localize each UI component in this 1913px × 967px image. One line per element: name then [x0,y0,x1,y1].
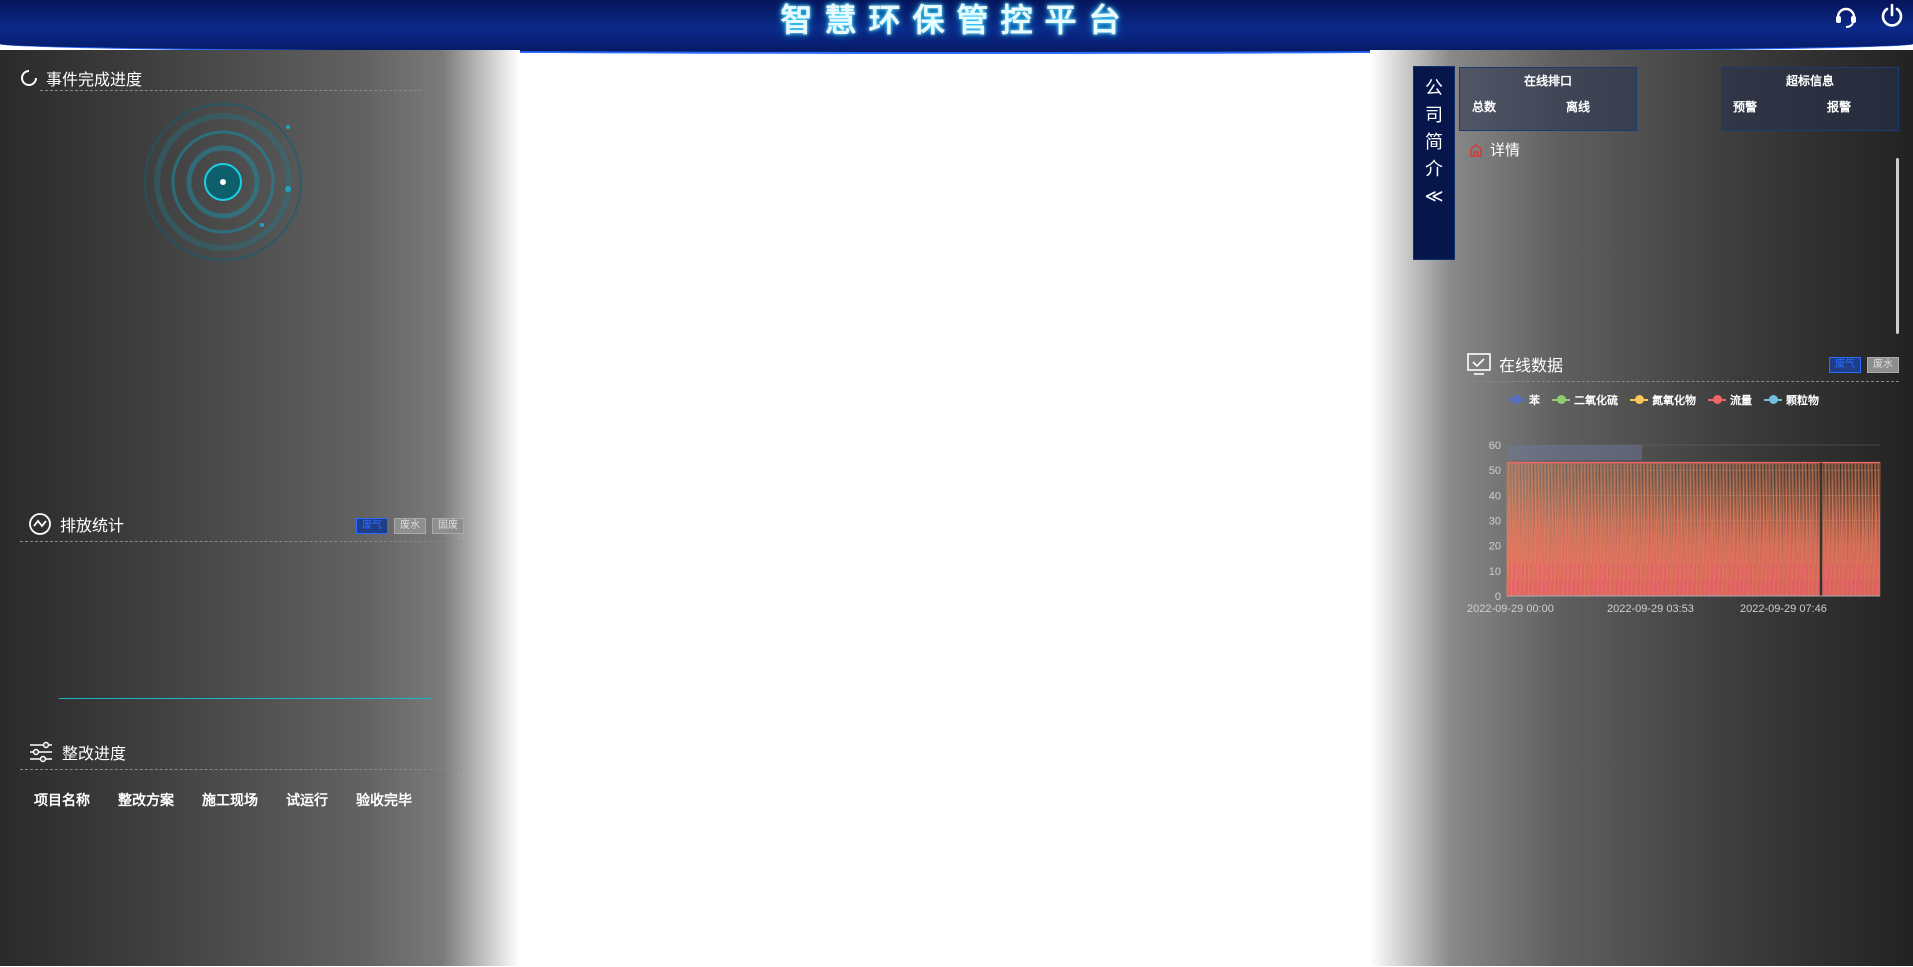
column-trial-run: 试运行 [286,793,328,809]
y-tick-label: 40 [1489,490,1501,502]
legend-item[interactable]: 苯 [1507,392,1540,408]
legend-marker [1507,395,1525,405]
rectify-title-label: 整改进度 [62,744,127,763]
events-section-title: 事件完成进度 [20,66,142,90]
intro-scrollbar[interactable] [1896,158,1899,334]
company-intro-toggle[interactable]: 公 司 简 介 ≪ [1413,66,1455,260]
details-label: 详情 [1490,141,1521,159]
divider [20,541,462,542]
radar-animation-graphic [144,103,302,261]
sliders-icon [30,741,52,763]
building-icon [1470,143,1482,157]
legend-marker [1764,395,1782,405]
overlimit-warning-label: 预警 [1733,100,1758,114]
overlimit-box: 超标信息 预警 报警 [1721,67,1899,131]
monitor-check-icon [1467,353,1491,375]
column-accepted: 验收完毕 [356,793,412,809]
online-data-chart: 60 50 40 30 20 10 02022-09-29 00:00 2022-09-29 … [1467,440,1881,615]
online-ports-offline-label: 离线 [1566,100,1591,114]
legend-marker [1708,395,1726,405]
emission-tabs: 废气 废水 固废 [356,518,464,534]
collapse-arrow-icon: ≪ [1424,186,1444,207]
events-title-label: 事件完成进度 [46,70,143,89]
column-construction: 施工现场 [202,793,258,809]
intro-char: 简 [1425,132,1443,153]
details-link[interactable]: 详情 [1468,139,1520,160]
legend-item[interactable]: 流量 [1708,392,1752,408]
divider [20,769,462,770]
intro-char: 公 [1425,78,1443,99]
rectify-section-title: 整改进度 [28,740,126,764]
y-tick-label: 60 [1489,440,1501,452]
x-tick-label: 2022-09-29 00:00 [1467,603,1554,615]
legend-label: 流量 [1730,394,1752,407]
online-ports-box: 在线排口 总数 离线 [1459,67,1637,131]
flow-series-area [1506,462,1881,597]
power-icon[interactable] [1879,3,1905,29]
online-data-tabs: 废气 废水 [1829,357,1899,373]
legend-label: 颗粒物 [1786,394,1819,407]
legend-marker [1552,395,1570,405]
spinner-icon [21,70,37,86]
y-tick-label: 50 [1489,465,1501,477]
column-plan: 整改方案 [118,793,174,809]
chart-circle-icon [29,513,51,535]
online-ports-title: 在线排口 [1523,74,1572,88]
page-title: 智慧环保管控平台 [780,1,1133,39]
x-tick-label: 2022-09-29 03:53 [1607,603,1694,615]
chart-legend: 苯 二氧化硫 氮氧化物 流量 颗粒物 [1507,392,1819,408]
tab-exhaust-gas[interactable]: 废气 [1829,357,1861,373]
x-tick-label: 2022-09-29 07:46 [1740,603,1827,615]
legend-item[interactable]: 颗粒物 [1764,392,1819,408]
legend-marker [1630,395,1648,405]
customer-service-icon[interactable] [1833,3,1859,29]
tab-solid-waste[interactable]: 固废 [432,518,464,534]
y-tick-label: 0 [1495,591,1501,603]
intro-char: 司 [1425,105,1443,126]
divider [1457,381,1899,382]
legend-label: 二氧化硫 [1574,394,1618,407]
overlimit-alarm-label: 报警 [1827,100,1852,114]
emission-chart-baseline [59,698,431,699]
top-header: 智慧环保管控平台 [0,0,1913,54]
overlimit-title: 超标信息 [1785,74,1834,88]
y-tick-label: 30 [1489,516,1501,528]
data-zoom-shade [1507,445,1642,461]
y-tick-label: 20 [1489,541,1501,553]
online-data-section-title: 在线数据 [1467,352,1563,376]
divider [40,90,422,91]
tab-wastewater[interactable]: 废水 [394,518,426,534]
tab-exhaust-gas[interactable]: 废气 [356,518,388,534]
online-ports-total-label: 总数 [1472,100,1497,114]
emission-section-title: 排放统计 [28,512,124,536]
tab-wastewater[interactable]: 废水 [1867,357,1899,373]
y-tick-label: 10 [1489,566,1501,578]
legend-item[interactable]: 二氧化硫 [1552,392,1618,408]
emission-title-label: 排放统计 [60,516,125,535]
intro-char: 介 [1425,159,1443,180]
legend-label: 氮氧化物 [1652,394,1696,407]
legend-item[interactable]: 氮氧化物 [1630,392,1696,408]
online-data-title-label: 在线数据 [1499,356,1564,375]
rectify-table-header: 项目名称 整改方案 施工现场 试运行 验收完毕 [34,790,412,810]
column-project-name: 项目名称 [34,793,90,809]
legend-label: 苯 [1529,394,1540,407]
